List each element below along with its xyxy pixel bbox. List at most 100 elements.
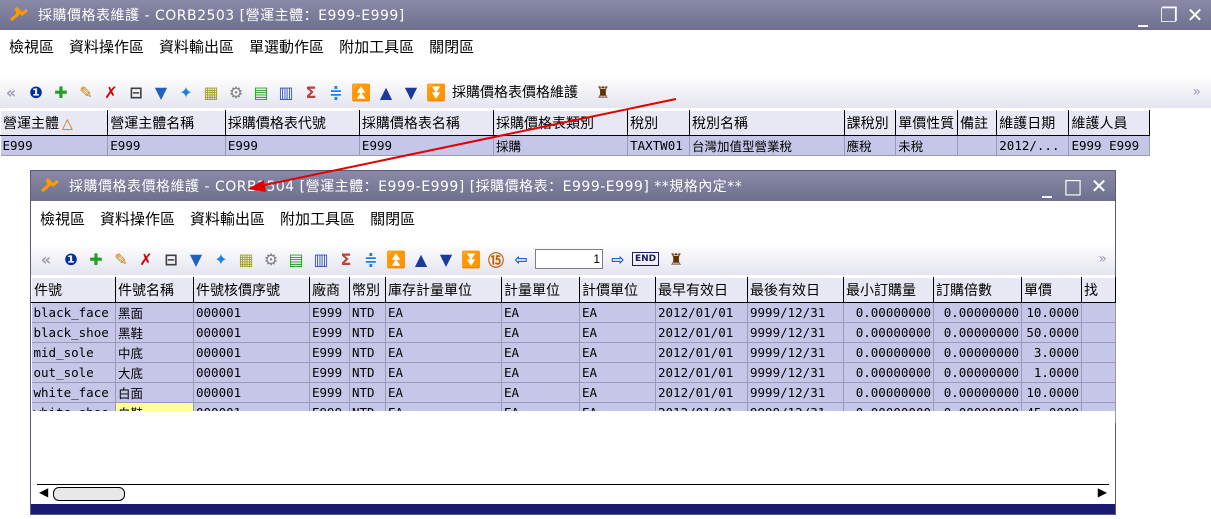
exit-person-icon[interactable]: ♜: [665, 248, 687, 270]
table-cell[interactable]: 000001: [193, 342, 310, 363]
table-row[interactable]: black_shoe 黑鞋 000001 E999 NTD EA EA EA 2012/01/0…: [31, 322, 1116, 343]
table-cell[interactable]: 大底: [115, 362, 194, 383]
table-cell[interactable]: 0.00000000: [933, 302, 1022, 323]
table-cell[interactable]: 0.00000000: [843, 342, 934, 363]
table-cell[interactable]: E999: [225, 135, 360, 156]
scroll-right-icon[interactable]: »: [1192, 84, 1201, 100]
chart-icon[interactable]: ▥: [275, 81, 297, 103]
info-icon[interactable]: ❶: [60, 248, 82, 270]
table-cell[interactable]: NTD: [349, 322, 386, 343]
delete-icon[interactable]: ✗: [135, 248, 157, 270]
page-next-icon[interactable]: ⇨: [607, 248, 629, 270]
first-record-icon[interactable]: ⏫: [350, 81, 372, 103]
minimize-icon[interactable]: _: [1133, 5, 1153, 25]
menu-tools[interactable]: 附加工具區: [280, 208, 355, 229]
table-cell[interactable]: out_sole: [31, 362, 116, 383]
table-cell[interactable]: [957, 135, 998, 156]
first-page-icon[interactable]: ⑮: [485, 248, 507, 270]
inner-title-bar[interactable]: 採購價格表價格維護 - CORB2504 [營運主體：E999-E999] [採…: [31, 171, 1115, 201]
copy-icon[interactable]: ⊟: [125, 81, 147, 103]
table-cell[interactable]: EA: [579, 342, 656, 363]
table-cell[interactable]: 未稅: [895, 135, 959, 156]
col-header-maintainer[interactable]: 維護人員: [1068, 110, 1150, 136]
table-cell[interactable]: E999: [309, 302, 350, 323]
table-cell[interactable]: E999 E999: [1068, 135, 1150, 156]
minimize-icon[interactable]: _: [1037, 176, 1057, 196]
horizontal-scrollbar[interactable]: ◀ ▶: [37, 484, 1109, 503]
compare-icon[interactable]: ≑: [360, 248, 382, 270]
table-cell[interactable]: NTD: [349, 342, 386, 363]
table-cell[interactable]: 9999/12/31: [747, 322, 844, 343]
table-cell[interactable]: EA: [385, 322, 502, 343]
menu-data-output[interactable]: 資料輸出區: [159, 36, 234, 57]
last-record-icon[interactable]: ⏬: [460, 248, 482, 270]
table-cell[interactable]: E999: [309, 342, 350, 363]
first-record-icon[interactable]: ⏫: [385, 248, 407, 270]
table-cell[interactable]: 2012/01/01: [655, 362, 748, 383]
tools-icon[interactable]: ⚙: [225, 81, 247, 103]
col-header-earliest-date[interactable]: 最早有效日: [655, 277, 748, 303]
table-cell[interactable]: EA: [385, 382, 502, 403]
table-cell[interactable]: white_face: [31, 382, 116, 403]
menu-data-ops[interactable]: 資料操作區: [100, 208, 175, 229]
table-cell[interactable]: black_face: [31, 302, 116, 323]
table-cell[interactable]: E999: [309, 382, 350, 403]
add-icon[interactable]: ✚: [50, 81, 72, 103]
col-header-latest-date[interactable]: 最後有效日: [747, 277, 844, 303]
outer-title-bar[interactable]: 採購價格表維護 - CORB2503 [營運主體：E999-E999] _ ❐ …: [0, 0, 1211, 30]
compare-icon[interactable]: ≑: [325, 81, 347, 103]
table-cell[interactable]: EA: [501, 322, 580, 343]
exit-person-icon[interactable]: ♜: [592, 81, 614, 103]
table-cell[interactable]: E999: [0, 135, 109, 156]
table-row[interactable]: E999 E999 E999 E999 採購 TAXTW01 台灣加值型營業稅 …: [0, 135, 1150, 156]
table-cell[interactable]: mid_sole: [31, 342, 116, 363]
table-cell[interactable]: 0.00000000: [843, 362, 934, 383]
col-header-pricelist-code[interactable]: 採購價格表代號: [224, 110, 360, 136]
table-cell[interactable]: 0.00000000: [843, 382, 934, 403]
table-cell[interactable]: 2012/01/01: [655, 382, 748, 403]
col-header-price-seq[interactable]: 件號核價序號: [193, 277, 310, 303]
col-header-tax[interactable]: 稅別: [627, 110, 690, 136]
prev-record-icon[interactable]: ▲: [410, 248, 432, 270]
table-cell[interactable]: NTD: [349, 302, 386, 323]
table-cell[interactable]: 10.0000: [1021, 382, 1082, 403]
table-cell[interactable]: EA: [579, 322, 656, 343]
table-cell[interactable]: EA: [579, 362, 656, 383]
menu-view[interactable]: 檢視區: [9, 36, 54, 57]
close-icon[interactable]: ✕: [1185, 5, 1205, 25]
col-header-currency[interactable]: 幣別: [349, 277, 386, 303]
table-cell[interactable]: 9999/12/31: [747, 302, 844, 323]
table-cell[interactable]: EA: [385, 302, 502, 323]
col-header-price-nature[interactable]: 單價性質: [895, 110, 959, 136]
rewind-icon[interactable]: «: [0, 81, 22, 103]
table-cell[interactable]: E999: [309, 322, 350, 343]
last-record-icon[interactable]: ⏬: [425, 81, 447, 103]
col-header-entity[interactable]: 營運主體 △: [0, 110, 109, 136]
table-cell[interactable]: [1081, 302, 1116, 323]
col-header-part-no[interactable]: 件號: [31, 277, 116, 303]
table-cell[interactable]: 0.00000000: [933, 362, 1022, 383]
edit-icon[interactable]: ✎: [110, 248, 132, 270]
scroll-left-arrow-icon[interactable]: ◀: [39, 485, 48, 499]
end-button[interactable]: END: [632, 252, 660, 266]
col-header-part-name[interactable]: 件號名稱: [115, 277, 194, 303]
col-header-price-unit[interactable]: 計價單位: [579, 277, 656, 303]
table-cell[interactable]: 0.00000000: [843, 322, 934, 343]
table-cell[interactable]: 黑面: [115, 302, 194, 323]
price-maintenance-button[interactable]: 採購價格表價格維護: [452, 82, 578, 102]
sum-icon[interactable]: Σ: [300, 81, 322, 103]
table-cell[interactable]: 白面: [115, 382, 194, 403]
table-cell[interactable]: EA: [385, 342, 502, 363]
table-cell[interactable]: EA: [501, 302, 580, 323]
table-cell[interactable]: TAXTW01: [627, 135, 690, 156]
prev-record-icon[interactable]: ▲: [375, 81, 397, 103]
table-row[interactable]: mid_sole 中底 000001 E999 NTD EA EA EA 2012/01/01 9…: [31, 342, 1116, 363]
col-header-stock-unit[interactable]: 庫存計量單位: [385, 277, 502, 303]
next-record-icon[interactable]: ▼: [400, 81, 422, 103]
table-cell[interactable]: 0.00000000: [933, 342, 1022, 363]
col-header-unit[interactable]: 計量單位: [501, 277, 580, 303]
menu-single-actions[interactable]: 單選動作區: [249, 36, 324, 57]
filter-icon[interactable]: ▼: [150, 81, 172, 103]
table-cell[interactable]: 應稅: [844, 135, 897, 156]
maximize-icon[interactable]: □: [1063, 176, 1083, 196]
